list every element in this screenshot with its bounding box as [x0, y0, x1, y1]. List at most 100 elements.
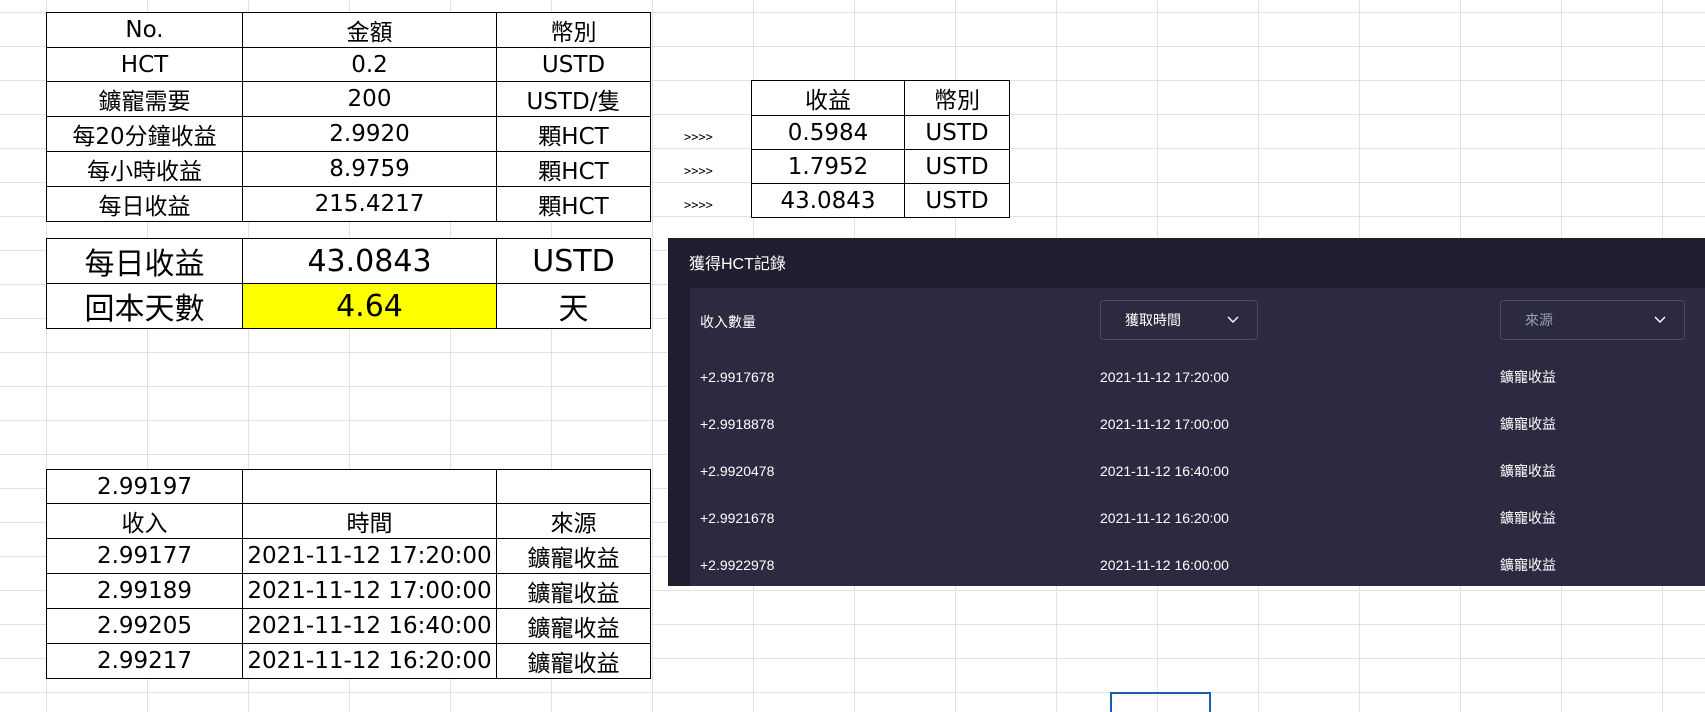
cell[interactable]: 2.99217	[46, 643, 243, 679]
cell[interactable]: USTD	[904, 183, 1010, 218]
spreadsheet-table-rates: No. 金額 幣別 HCT 0.2 USTD 鑛寵需要 200 USTD/隻 每…	[46, 12, 651, 222]
cell[interactable]: 43.0843	[751, 183, 905, 218]
cell[interactable]	[496, 469, 651, 504]
amount-column-label: 收入數量	[700, 314, 756, 330]
table-row: 2.99189 2021-11-12 17:00:00 鑛寵收益	[46, 573, 651, 609]
cell[interactable]: USTD	[904, 149, 1010, 184]
list-item: +2.9920478 2021-11-12 16:40:00 鑛寵收益	[690, 448, 1705, 494]
cell[interactable]: 收益	[751, 80, 905, 116]
list-item: +2.9917678 2021-11-12 17:20:00 鑛寵收益	[690, 354, 1705, 400]
record-amount: +2.9921678	[700, 510, 775, 526]
cell[interactable]: 8.9759	[242, 151, 497, 187]
cell[interactable]: 顆HCT	[496, 116, 651, 152]
table-row: 43.0843 USTD	[751, 183, 1010, 218]
table-row: 2.99197	[46, 469, 651, 504]
cell[interactable]: 2021-11-12 17:20:00	[242, 538, 497, 574]
list-item: +2.9918878 2021-11-12 17:00:00 鑛寵收益	[690, 401, 1705, 447]
cell[interactable]: 顆HCT	[496, 186, 651, 222]
cell[interactable]: 2.99177	[46, 538, 243, 574]
spreadsheet-table-records: 2.99197 收入 時間 來源 2.99177 2021-11-12 17:2…	[46, 469, 651, 679]
cell[interactable]: 0.5984	[751, 115, 905, 150]
cell[interactable]: No.	[46, 12, 243, 48]
cell[interactable]: 幣別	[496, 12, 651, 48]
table-row: No. 金額 幣別	[46, 12, 651, 48]
time-filter-dropdown[interactable]: 獲取時間	[1100, 300, 1258, 340]
record-time: 2021-11-12 16:00:00	[1100, 557, 1229, 573]
cell[interactable]: 2.9920	[242, 116, 497, 152]
cell[interactable]: 回本天數	[46, 283, 243, 329]
record-source: 鑛寵收益	[1500, 369, 1556, 385]
cell[interactable]: 2.99197	[46, 469, 243, 504]
table-row: HCT 0.2 USTD	[46, 47, 651, 82]
records-list: 收入數量 獲取時間 來源 +2.9917678 2021-11-12 17:20…	[690, 288, 1705, 586]
cell[interactable]: HCT	[46, 47, 243, 82]
spreadsheet-table-summary: 每日收益 43.0843 USTD 回本天數 4.64 天	[46, 238, 651, 329]
cell[interactable]: 200	[242, 81, 497, 117]
record-source: 鑛寵收益	[1500, 510, 1556, 526]
cell[interactable]: 2021-11-12 16:20:00	[242, 643, 497, 679]
cell[interactable]: 每小時收益	[46, 151, 243, 187]
table-row: 收入 時間 來源	[46, 503, 651, 539]
cell[interactable]: USTD	[496, 47, 651, 82]
cell[interactable]: 2.99205	[46, 608, 243, 644]
cell[interactable]: 金額	[242, 12, 497, 48]
cell[interactable]	[242, 469, 497, 504]
cell[interactable]: 幣別	[904, 80, 1010, 116]
cell[interactable]: 鑛寵收益	[496, 643, 651, 679]
record-time: 2021-11-12 16:40:00	[1100, 463, 1229, 479]
cell[interactable]: 每20分鐘收益	[46, 116, 243, 152]
table-row: 2.99217 2021-11-12 16:20:00 鑛寵收益	[46, 643, 651, 679]
dropdown-label: 獲取時間	[1125, 312, 1181, 328]
list-item: +2.9922978 2021-11-12 16:00:00 鑛寵收益	[690, 542, 1705, 586]
cell[interactable]: 2021-11-12 17:00:00	[242, 573, 497, 609]
cell[interactable]: 43.0843	[242, 238, 497, 284]
table-row: 2.99177 2021-11-12 17:20:00 鑛寵收益	[46, 538, 651, 574]
record-source: 鑛寵收益	[1500, 557, 1556, 573]
record-time: 2021-11-12 17:00:00	[1100, 416, 1229, 432]
arrow-text: >>>>	[684, 130, 713, 144]
record-amount: +2.9917678	[700, 369, 775, 385]
table-row: 每日收益 215.4217 顆HCT	[46, 186, 651, 222]
cell[interactable]: 1.7952	[751, 149, 905, 184]
table-row: 鑛寵需要 200 USTD/隻	[46, 81, 651, 117]
cell[interactable]: 鑛寵收益	[496, 608, 651, 644]
table-row: 1.7952 USTD	[751, 149, 1010, 184]
cell[interactable]: 天	[496, 283, 651, 329]
cell[interactable]: 每日收益	[46, 186, 243, 222]
record-amount: +2.9918878	[700, 416, 775, 432]
cell[interactable]: 來源	[496, 503, 651, 539]
record-source: 鑛寵收益	[1500, 416, 1556, 432]
cell[interactable]: USTD	[496, 238, 651, 284]
selected-cell[interactable]	[1110, 692, 1211, 712]
table-row: 每日收益 43.0843 USTD	[46, 238, 651, 284]
cell[interactable]: USTD	[904, 115, 1010, 150]
record-time: 2021-11-12 16:20:00	[1100, 510, 1229, 526]
cell[interactable]: 每日收益	[46, 238, 243, 284]
cell[interactable]: 2021-11-12 16:40:00	[242, 608, 497, 644]
arrow-text: >>>>	[684, 164, 713, 178]
table-row: 0.5984 USTD	[751, 115, 1010, 150]
panel-title: 獲得HCT記錄	[689, 256, 786, 273]
table-row: 回本天數 4.64 天	[46, 283, 651, 329]
cell[interactable]: 鑛寵收益	[496, 573, 651, 609]
cell[interactable]: 顆HCT	[496, 151, 651, 187]
hct-record-panel: 獲得HCT記錄 收入數量 獲取時間 來源 +2.9917678 2021-11-…	[668, 238, 1705, 586]
cell[interactable]: 2.99189	[46, 573, 243, 609]
table-row: 每20分鐘收益 2.9920 顆HCT	[46, 116, 651, 152]
source-filter-dropdown[interactable]: 來源	[1500, 300, 1685, 340]
cell[interactable]: 0.2	[242, 47, 497, 82]
cell[interactable]: 鑛寵收益	[496, 538, 651, 574]
payback-days-cell[interactable]: 4.64	[242, 283, 497, 329]
cell[interactable]: USTD/隻	[496, 81, 651, 117]
table-row: 2.99205 2021-11-12 16:40:00 鑛寵收益	[46, 608, 651, 644]
table-row: 每小時收益 8.9759 顆HCT	[46, 151, 651, 187]
cell[interactable]: 時間	[242, 503, 497, 539]
cell[interactable]: 鑛寵需要	[46, 81, 243, 117]
cell[interactable]: 215.4217	[242, 186, 497, 222]
record-source: 鑛寵收益	[1500, 463, 1556, 479]
arrow-text: >>>>	[684, 198, 713, 212]
chevron-down-icon	[1654, 316, 1666, 323]
record-time: 2021-11-12 17:20:00	[1100, 369, 1229, 385]
cell[interactable]: 收入	[46, 503, 243, 539]
spreadsheet-table-income: 收益 幣別 0.5984 USTD 1.7952 USTD 43.0843 US…	[751, 80, 1010, 218]
